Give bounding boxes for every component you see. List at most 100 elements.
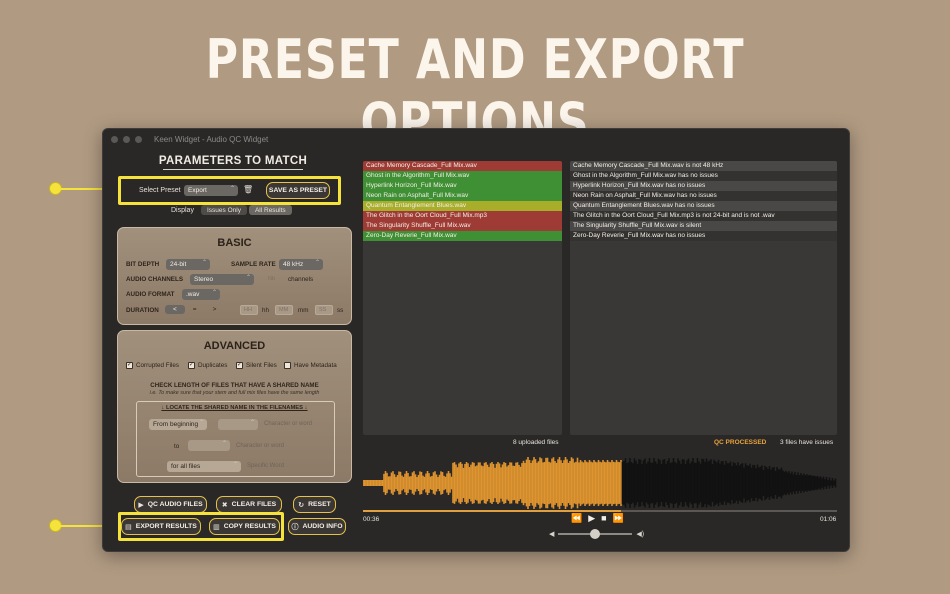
duration-equal[interactable]: =	[185, 305, 205, 314]
volume-control: ◀ ◀)	[549, 529, 645, 539]
playback-scrubber[interactable]	[363, 510, 837, 512]
issues-count: 3 files have issues	[780, 439, 834, 446]
export-results-button[interactable]: ▤ EXPORT RESULTS	[121, 518, 201, 535]
window-title: Keen Widget - Audio QC Widget	[154, 134, 269, 144]
copy-results-button[interactable]: ▥ COPY RESULTS	[209, 518, 280, 535]
from-word-select[interactable]	[218, 419, 258, 430]
sample-rate-select[interactable]: 48 kHz	[279, 259, 323, 270]
duplicates-checkbox[interactable]: ✓ Duplicates	[188, 362, 227, 369]
ss-label: ss	[337, 307, 344, 314]
from-select[interactable]: From beginning	[149, 419, 207, 430]
basic-panel: BASIC BIT DEPTH 24-bit SAMPLE RATE 48 kH…	[117, 227, 352, 325]
volume-slider[interactable]	[558, 529, 633, 539]
display-all-results-tab[interactable]: All Results	[248, 205, 292, 215]
total-time: 01:06	[820, 516, 837, 523]
file-row[interactable]: The Glitch in the Oort Cloud_Full Mix.mp…	[363, 211, 562, 221]
reset-button[interactable]: ↻ RESET	[293, 496, 336, 513]
silent-files-check-icon: ✓	[236, 362, 243, 369]
channels-count-input[interactable]: Nb	[264, 274, 282, 284]
hh-label: hh	[262, 307, 270, 314]
have-metadata-checkbox[interactable]: Have Metadata	[284, 362, 337, 369]
audio-channels-select[interactable]: Stereo	[190, 274, 254, 285]
character-or-word-2: Character or word	[236, 443, 285, 449]
playback-progress	[363, 510, 622, 512]
character-or-word-1: Character or word	[264, 421, 313, 427]
waveform[interactable]	[363, 455, 837, 511]
have-metadata-check-icon	[284, 362, 291, 369]
corrupted-files-check-icon: ✓	[126, 362, 133, 369]
qc-results-list[interactable]: Cache Memory Cascade_Full Mix.wav is not…	[570, 161, 837, 435]
close-window-button[interactable]	[111, 135, 118, 143]
fast-forward-icon[interactable]: ⏩	[613, 513, 624, 524]
close-circle-icon: ✖	[221, 501, 228, 509]
qc-audio-files-button[interactable]: ▶ QC AUDIO FILES	[134, 496, 207, 513]
advanced-panel: ADVANCED ✓ Corrupted Files ✓ Duplicates ✓ S…	[117, 330, 352, 483]
locate-title: ↓ LOCATE THE SHARED NAME IN THE FILENAME…	[161, 405, 308, 411]
bit-depth-label: BIT DEPTH	[126, 261, 160, 268]
duration-operator-control[interactable]: < = >	[165, 305, 224, 314]
play-icon[interactable]: ▶	[588, 513, 595, 524]
display-segmented-control[interactable]: Issues Only All Results	[201, 205, 292, 215]
advanced-title: ADVANCED	[203, 340, 266, 352]
corrupted-files-checkbox[interactable]: ✓ Corrupted Files	[126, 362, 179, 369]
result-row[interactable]: Cache Memory Cascade_Full Mix.wav is not…	[570, 161, 837, 171]
volume-low-icon: ◀	[549, 531, 555, 538]
result-row[interactable]: Hyperlink Horizon_Full Mix.wav has no is…	[570, 181, 837, 191]
file-row[interactable]: Neon Rain on Asphalt_Full Mix.wav	[363, 191, 562, 201]
volume-high-icon: ◀)	[636, 531, 645, 538]
title-bar: Keen Widget - Audio QC Widget	[103, 129, 849, 149]
zoom-window-button[interactable]	[135, 135, 142, 143]
result-row[interactable]: Quantum Entanglement Blues.wav has no is…	[570, 201, 837, 211]
transport-controls: ⏪ ▶ ■ ⏩	[571, 513, 624, 524]
app-window: Keen Widget - Audio QC Widget PARAMETERS…	[102, 128, 850, 552]
parameters-title: PARAMETERS TO MATCH	[153, 155, 313, 170]
duration-ss-input[interactable]: SS	[315, 305, 333, 315]
save-as-preset-button[interactable]: SAVE AS PRESET	[266, 182, 330, 199]
mm-label: mm	[298, 307, 309, 314]
display-label: Display	[171, 207, 194, 214]
basic-title: BASIC	[217, 237, 252, 249]
refresh-icon: ↻	[298, 501, 305, 509]
shared-name-title: CHECK LENGTH OF FILES THAT HAVE A SHARED…	[150, 382, 319, 389]
audio-info-button[interactable]: ⓘ AUDIO INFO	[288, 518, 346, 535]
duration-label: DURATION	[126, 307, 159, 314]
uploaded-files-count: 8 uploaded files	[513, 439, 559, 446]
trash-icon[interactable]: 🗑	[243, 185, 253, 194]
file-row[interactable]: Zero-Day Reverie_Full Mix.wav	[363, 231, 562, 241]
volume-knob[interactable]	[590, 529, 601, 539]
duration-greater-than[interactable]: >	[205, 305, 225, 314]
bit-depth-select[interactable]: 24-bit	[166, 259, 210, 270]
current-time: 00:36	[363, 516, 380, 523]
audio-format-select[interactable]: .wav	[182, 289, 220, 300]
specific-word-input[interactable]: Specific Word	[247, 463, 284, 469]
for-all-files-select[interactable]: for all files	[167, 461, 241, 472]
result-row[interactable]: Ghost in the Algorithm_Full Mix.wav has …	[570, 171, 837, 181]
file-row[interactable]: Hyperlink Horizon_Full Mix.wav	[363, 181, 562, 191]
stop-icon[interactable]: ■	[601, 513, 606, 524]
rewind-icon[interactable]: ⏪	[571, 513, 582, 524]
uploaded-files-list[interactable]: Cache Memory Cascade_Full Mix.wav Ghost i…	[363, 161, 562, 435]
to-select[interactable]	[188, 440, 230, 451]
clear-files-button[interactable]: ✖ CLEAR FILES	[216, 496, 282, 513]
duration-less-than[interactable]: <	[165, 305, 185, 314]
audio-format-label: AUDIO FORMAT	[126, 291, 175, 298]
file-row[interactable]: The Singularity Shuffle_Full Mix.wav	[363, 221, 562, 231]
shared-name-hint: i.e. To make sure that your stem and ful…	[149, 390, 320, 396]
file-row[interactable]: Quantum Entanglement Blues.wav	[363, 201, 562, 211]
select-preset-label: Select Preset	[139, 187, 181, 194]
result-row[interactable]: Neon Rain on Asphalt_Full Mix.wav has no…	[570, 191, 837, 201]
preset-select[interactable]: Export	[184, 185, 238, 196]
silent-files-checkbox[interactable]: ✓ Silent Files	[236, 362, 277, 369]
file-row[interactable]: Ghost in the Algorithm_Full Mix.wav	[363, 171, 562, 181]
to-label: to	[174, 443, 180, 450]
duration-mm-input[interactable]: MM	[275, 305, 293, 315]
result-row[interactable]: Zero-Day Reverie_Full Mix.wav has no iss…	[570, 231, 837, 241]
result-row[interactable]: The Singularity Shuffle_Full Mix.wav is …	[570, 221, 837, 231]
file-row[interactable]: Cache Memory Cascade_Full Mix.wav	[363, 161, 562, 171]
duration-hh-input[interactable]: HH	[240, 305, 258, 315]
display-issues-only-tab[interactable]: Issues Only	[201, 205, 247, 215]
sample-rate-label: SAMPLE RATE	[231, 261, 276, 268]
info-icon: ⓘ	[291, 523, 299, 531]
result-row[interactable]: The Glitch in the Oort Cloud_Full Mix.mp…	[570, 211, 837, 221]
minimize-window-button[interactable]	[123, 135, 130, 143]
